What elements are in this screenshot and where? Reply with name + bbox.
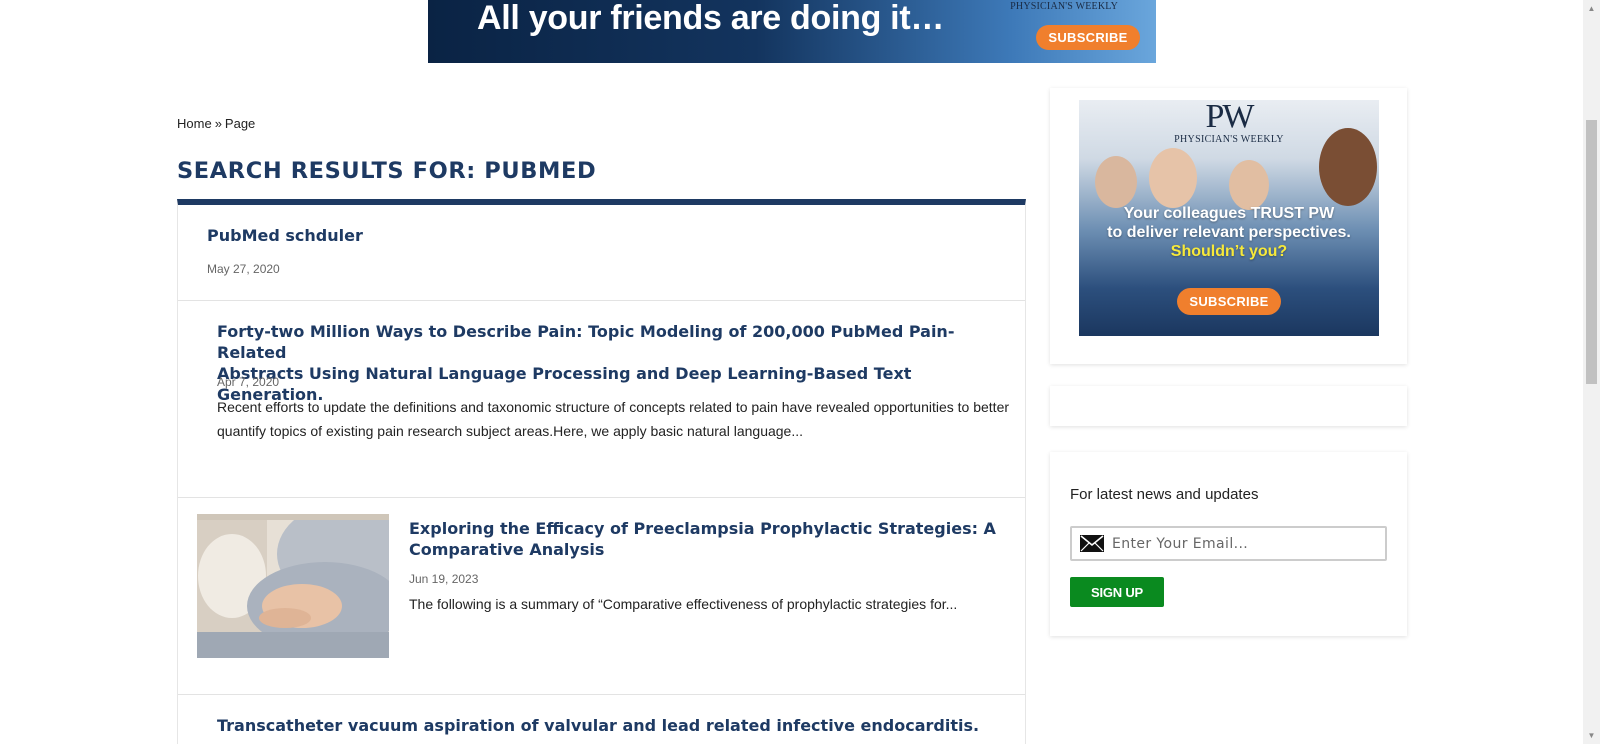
sidebar-ad-highlight: Shouldn’t you? [1170, 243, 1288, 260]
result-title-line: Forty-two Million Ways to Describe Pain:… [217, 322, 955, 362]
sidebar-ad-card: PW PHYSICIAN'S WEEKLY Your colleagues TR… [1050, 88, 1407, 364]
sidebar-ad-subscribe-button[interactable]: SUBSCRIBE [1177, 288, 1281, 315]
email-field-wrapper [1070, 526, 1387, 561]
pw-logo: PW [1205, 100, 1255, 135]
search-results-list: PubMed schduler May 27, 2020 Forty-two M… [177, 199, 1026, 744]
page-title: SEARCH RESULTS FOR: PUBMED [177, 158, 597, 184]
top-banner-ad[interactable]: All your friends are doing it… PHYSICIAN… [428, 0, 1156, 63]
sidebar-ad-line: to deliver relevant perspectives. [1107, 224, 1351, 241]
result-title-link[interactable]: Transcatheter vacuum aspiration of valvu… [217, 715, 979, 736]
top-ad-brand: PHYSICIAN'S WEEKLY [1010, 1, 1118, 12]
sidebar-ad-brand: PHYSICIAN'S WEEKLY [1174, 134, 1284, 145]
page-scrollbar[interactable]: ▲ ▼ [1583, 0, 1600, 744]
result-title-link[interactable]: PubMed schduler [207, 225, 363, 246]
breadcrumb-home-link[interactable]: Home [177, 116, 212, 131]
result-title-line: Exploring the Efficacy of Preeclampsia P… [409, 519, 996, 538]
scroll-down-arrow-icon[interactable]: ▼ [1583, 727, 1600, 744]
email-input[interactable] [1112, 528, 1382, 559]
scroll-up-arrow-icon[interactable]: ▲ [1583, 0, 1600, 17]
result-excerpt: Recent efforts to update the definitions… [217, 395, 1017, 443]
result-title-line: Comparative Analysis [409, 540, 605, 559]
result-item: PubMed schduler May 27, 2020 [178, 205, 1025, 301]
top-ad-subscribe-button[interactable]: SUBSCRIBE [1036, 25, 1140, 50]
result-excerpt-line: Recent efforts to update the definitions… [217, 399, 1010, 415]
result-item: Exploring the Efficacy of Preeclampsia P… [178, 498, 1025, 695]
result-item: Transcatheter vacuum aspiration of valvu… [178, 695, 1025, 744]
result-excerpt-line: quantify topics of existing pain researc… [217, 423, 804, 439]
sign-up-button[interactable]: SIGN UP [1070, 577, 1164, 607]
scrollbar-thumb[interactable] [1586, 120, 1597, 384]
newsletter-widget: For latest news and updates SIGN UP [1050, 452, 1407, 636]
result-title-link[interactable]: Exploring the Efficacy of Preeclampsia P… [409, 518, 1009, 560]
envelope-icon [1080, 535, 1104, 552]
result-title-link[interactable]: Forty-two Million Ways to Describe Pain:… [217, 321, 1007, 405]
sidebar-empty-widget [1050, 386, 1407, 426]
result-item: Forty-two Million Ways to Describe Pain:… [178, 301, 1025, 498]
pregnancy-photo [197, 514, 389, 658]
top-ad-headline: All your friends are doing it… [477, 0, 945, 37]
result-date: Jun 19, 2023 [409, 572, 479, 586]
breadcrumb-current: Page [224, 116, 256, 131]
sidebar-ad[interactable]: PW PHYSICIAN'S WEEKLY Your colleagues TR… [1079, 100, 1379, 336]
sidebar-ad-text: Your colleagues TRUST PW to deliver rele… [1079, 204, 1379, 261]
sidebar-ad-line: Your colleagues TRUST PW [1123, 205, 1335, 222]
breadcrumb: Home» Page [177, 116, 255, 131]
breadcrumb-separator: » [214, 116, 222, 131]
result-date: May 27, 2020 [207, 262, 280, 276]
result-date: Apr 7, 2020 [217, 375, 280, 389]
result-excerpt: The following is a summary of “Comparati… [409, 596, 958, 612]
newsletter-label: For latest news and updates [1070, 486, 1259, 503]
result-thumbnail-image[interactable] [197, 514, 389, 658]
sidebar-ad-logo: PW PHYSICIAN'S WEEKLY [1079, 100, 1379, 145]
